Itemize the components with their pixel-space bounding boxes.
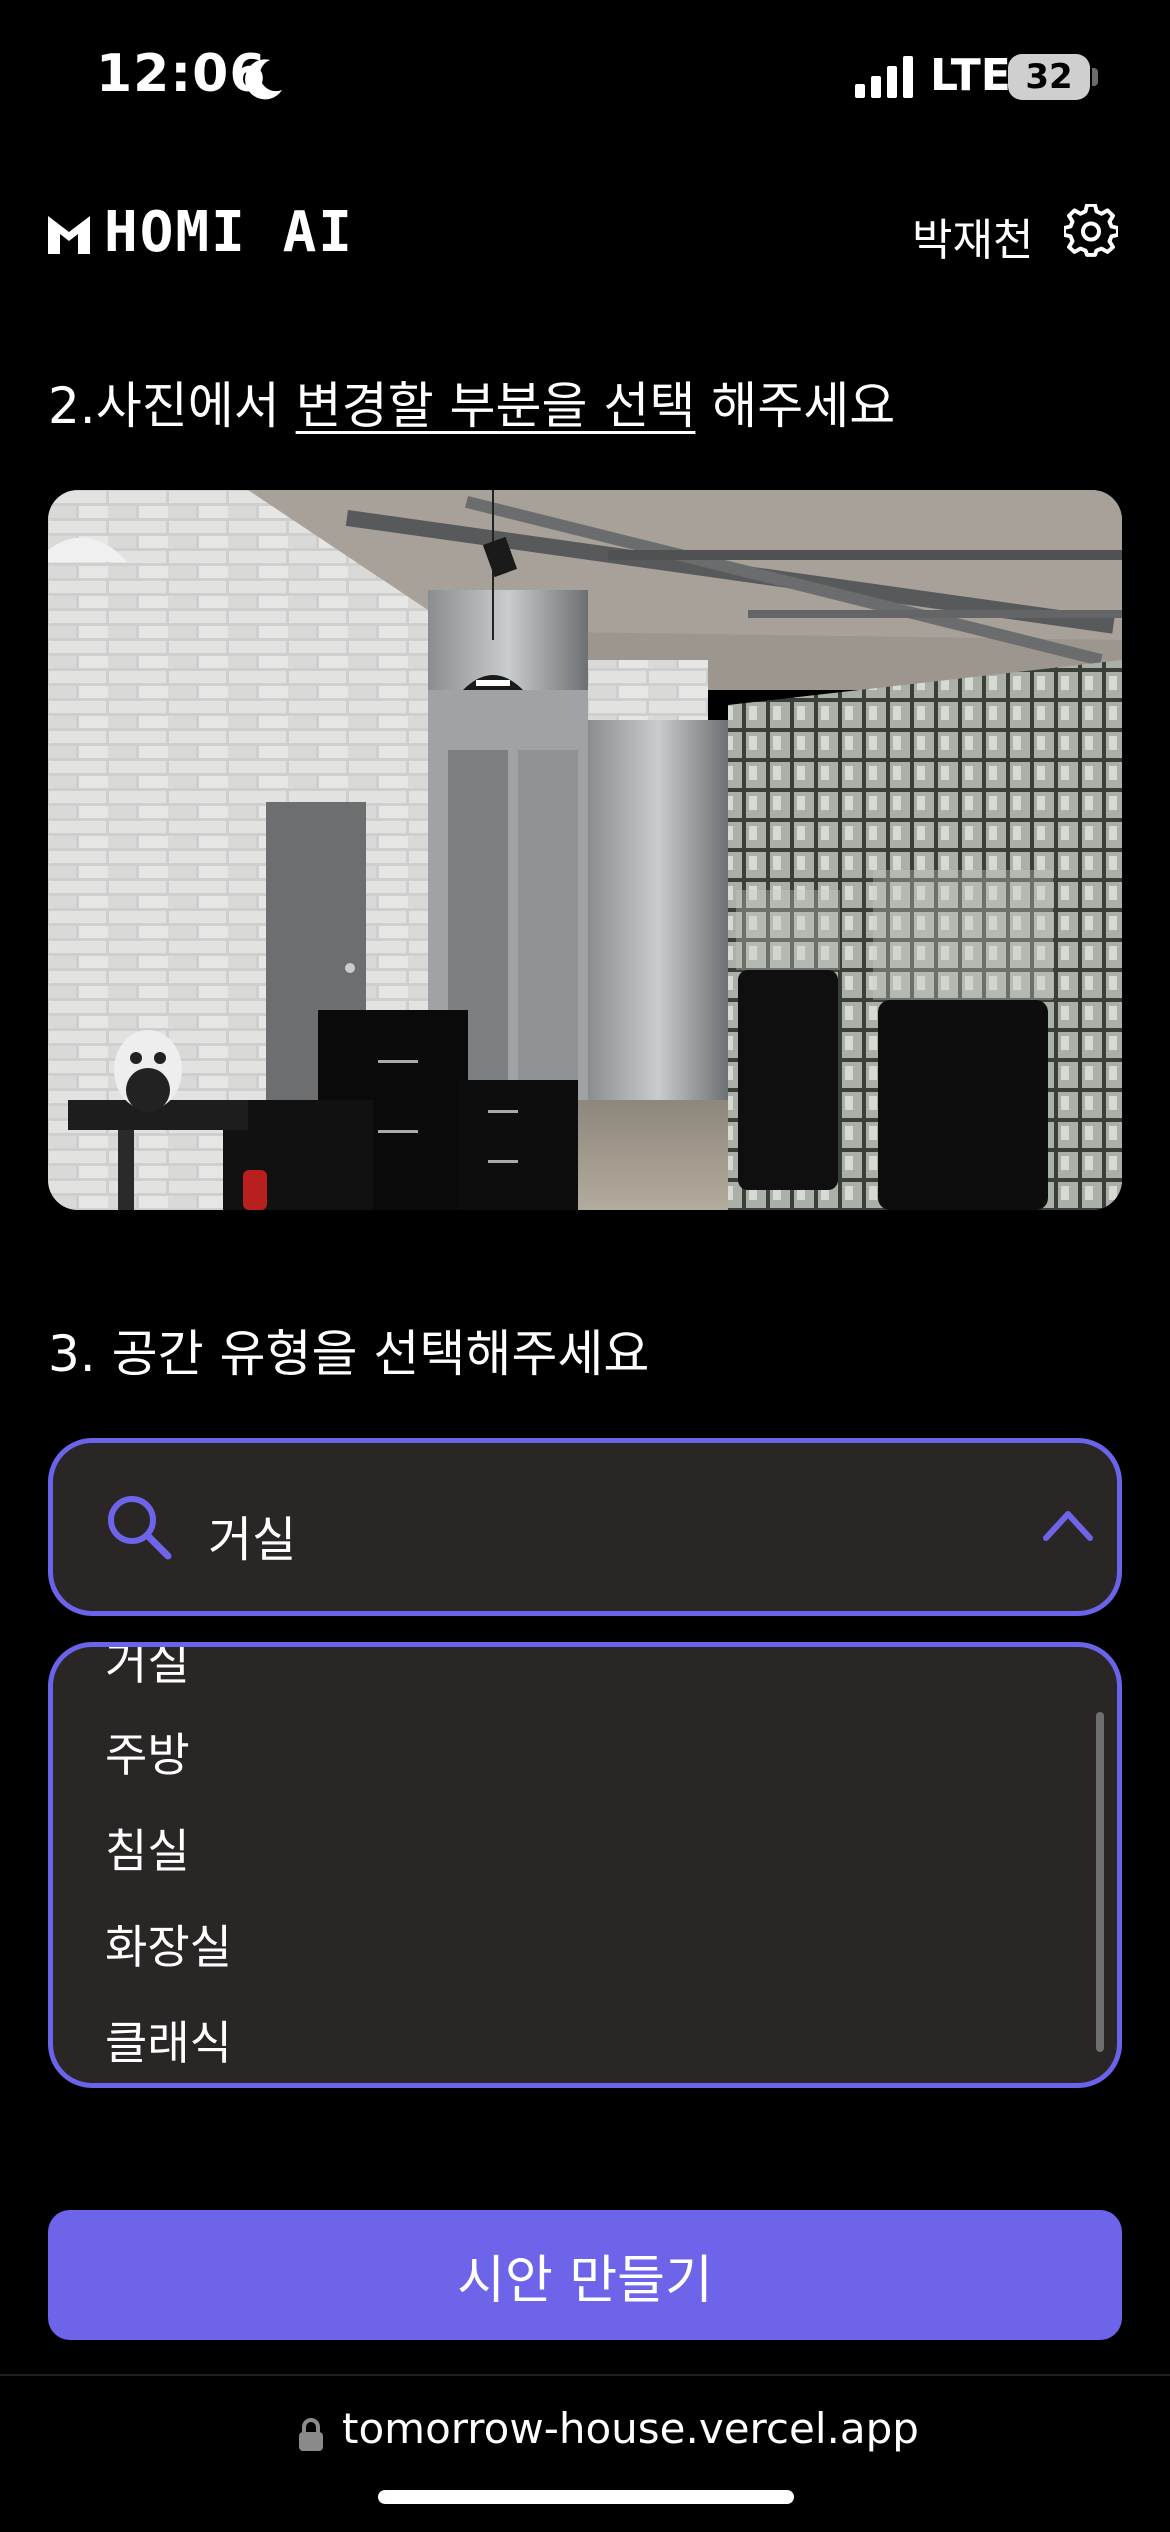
url-bar-divider [0, 2374, 1170, 2376]
step2-highlight: 변경할 부분을 선택 [295, 377, 696, 435]
create-draft-button[interactable]: 시안 만들기 [48, 2210, 1122, 2340]
battery-nub [1092, 68, 1098, 86]
option-item[interactable]: 화장실 [105, 1911, 232, 1977]
search-icon [108, 1496, 172, 1560]
options-list[interactable]: 거실 주방 침실 화장실 클래식 [48, 1642, 1122, 2088]
chevron-up-icon[interactable] [1042, 1508, 1094, 1544]
gear-icon[interactable] [1064, 204, 1118, 258]
step2-title: 2.사진에서 변경할 부분을 선택 해주세요 [48, 366, 895, 438]
step3-title: 3. 공간 유형을 선택해주세요 [48, 1325, 650, 1383]
app-logo[interactable]: HOMI AI [104, 200, 354, 265]
option-item[interactable]: 클래식 [105, 2007, 232, 2073]
step2-prefix: 2.사진에서 [48, 377, 296, 435]
option-item[interactable]: 주방 [105, 1719, 190, 1785]
step2-suffix: 해주세요 [695, 377, 896, 435]
signal-icon [855, 56, 913, 98]
battery-level: 32 [1025, 57, 1073, 97]
select-value[interactable]: 거실 [208, 1500, 296, 1570]
option-item[interactable]: 침실 [105, 1815, 190, 1881]
room-photo[interactable] [48, 490, 1122, 1210]
moon-icon [245, 59, 282, 100]
options-scrollbar[interactable] [1096, 1712, 1104, 2052]
option-item[interactable]: 거실 [105, 1647, 190, 1693]
home-indicator[interactable] [378, 2490, 794, 2504]
lock-icon [299, 2418, 323, 2451]
url-text[interactable]: tomorrow-house.vercel.app [342, 2404, 919, 2453]
user-name[interactable]: 박재천 [912, 204, 1033, 268]
network-label: LTE [930, 50, 1011, 101]
logo-mark-icon [48, 216, 90, 254]
battery-indicator: 32 [1008, 54, 1090, 100]
